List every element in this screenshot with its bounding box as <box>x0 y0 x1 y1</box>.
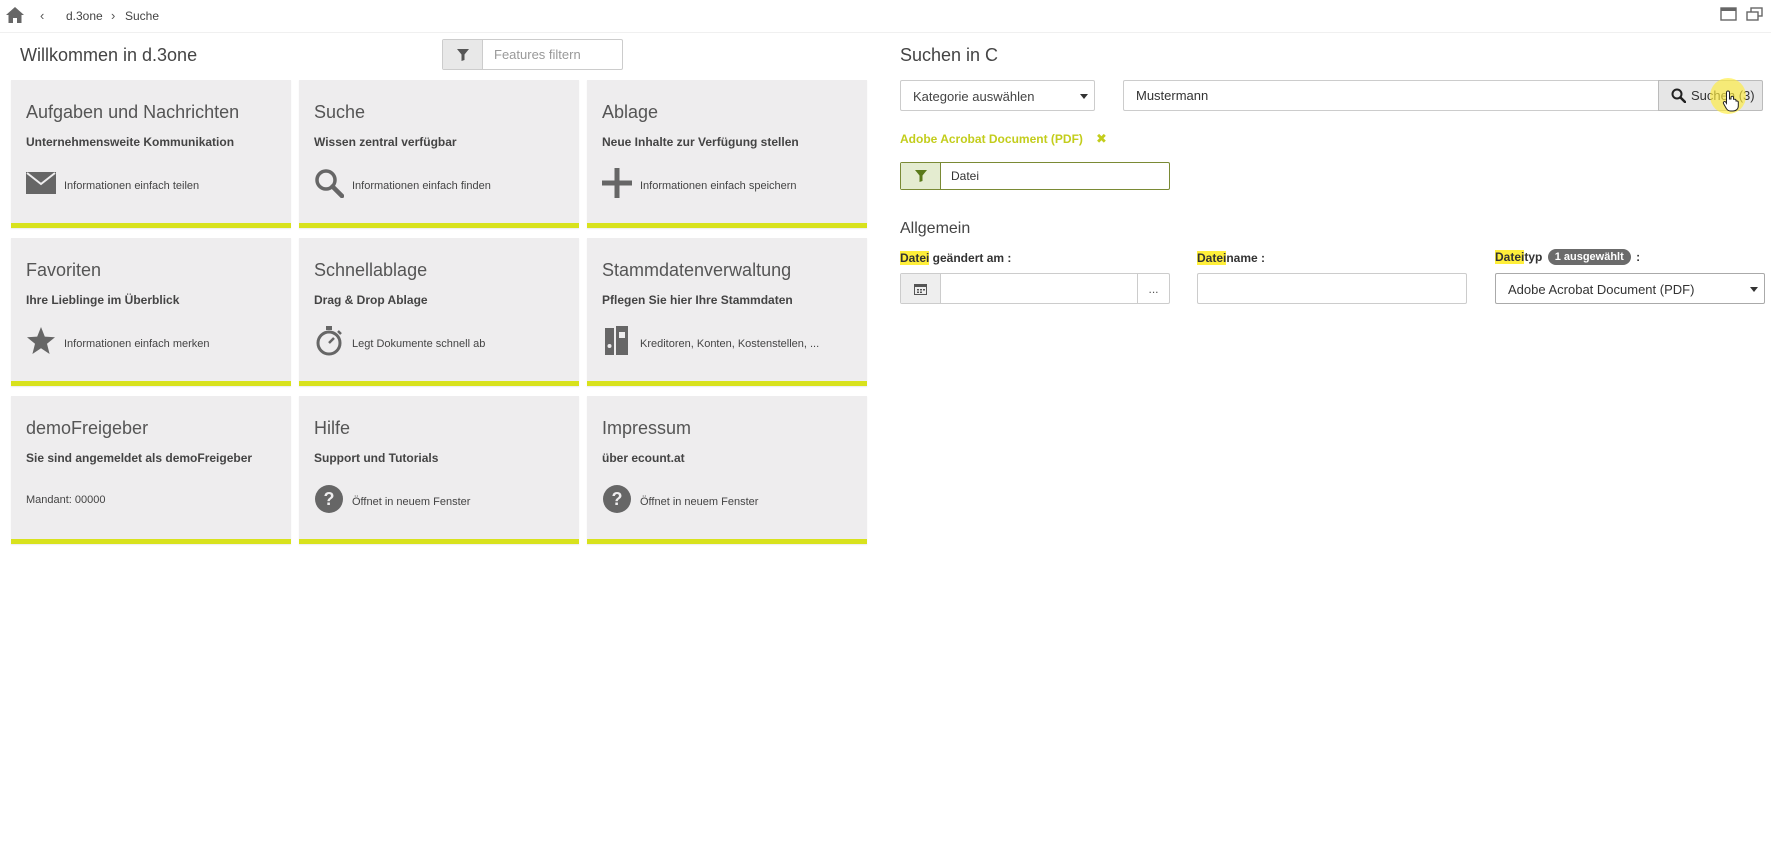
envelope-icon <box>25 167 57 199</box>
top-divider <box>0 32 1771 33</box>
section-title-allgemein: Allgemein <box>900 220 971 237</box>
tile-subtitle: Support und Tutorials <box>314 451 439 465</box>
field-filter-input[interactable] <box>941 163 1167 189</box>
tile-subtitle: Unternehmensweite Kommunikation <box>26 135 235 149</box>
label-highlight: Datei <box>1197 251 1227 265</box>
tile-description: Informationen einfach merken <box>64 338 210 350</box>
tile-subtitle: Neue Inhalte zur Verfügung stellen <box>602 135 799 149</box>
caret-down-icon <box>1080 94 1088 99</box>
tile-title: Schnellablage <box>314 260 428 280</box>
breadcrumb-item-suche[interactable]: Suche <box>125 9 159 23</box>
features-filter[interactable] <box>442 39 623 70</box>
active-doctype-tag: Adobe Acrobat Document (PDF) <box>900 132 1083 146</box>
search-title: Suchen in C <box>900 45 999 65</box>
tile-title: Favoriten <box>26 260 102 280</box>
tile-title: Suche <box>314 102 366 122</box>
filter-button[interactable] <box>443 40 483 69</box>
back-chevron-icon[interactable]: ‹ <box>40 8 44 23</box>
date-changed-field[interactable]: ... <box>900 273 1170 304</box>
question-icon: ? <box>313 483 345 515</box>
search-icon <box>1671 88 1686 103</box>
tile-aufgaben[interactable]: Aufgaben und Nachrichten Unternehmenswei… <box>11 80 291 228</box>
tile-title: Stammdatenverwaltung <box>602 260 792 280</box>
tile-ablage[interactable]: Ablage Neue Inhalte zur Verfügung stelle… <box>587 80 867 228</box>
tile-description: Kreditoren, Konten, Kostenstellen, ... <box>640 338 820 350</box>
label-text: : <box>1632 250 1641 264</box>
remove-tag-icon[interactable]: ✖ <box>1096 131 1107 147</box>
tile-schnellablage[interactable]: Schnellablage Drag & Drop Ablage Legt Do… <box>299 238 579 386</box>
selected-count-badge: 1 ausgewählt <box>1547 249 1631 265</box>
filter-icon <box>914 170 927 182</box>
label-text: name : <box>1226 251 1266 265</box>
filename-input[interactable] <box>1197 273 1467 304</box>
calendar-icon <box>914 283 927 295</box>
calendar-button[interactable] <box>901 274 941 303</box>
tile-favoriten[interactable]: Favoriten Ihre Lieblinge im Überblick In… <box>11 238 291 386</box>
tile-demofreigeber[interactable]: demoFreigeber Sie sind angemeldet als de… <box>11 396 291 544</box>
filetype-select[interactable]: Adobe Acrobat Document (PDF) <box>1495 273 1765 304</box>
date-range-more-button[interactable]: ... <box>1137 274 1169 303</box>
label-highlight: Datei <box>900 251 930 265</box>
filename-label: Dateiname : <box>1197 251 1265 265</box>
tile-description: Öffnet in neuem Fenster <box>640 496 759 508</box>
breadcrumb-separator-icon: › <box>111 8 116 23</box>
category-select-label: Kategorie auswählen <box>913 89 1035 104</box>
tile-description: Legt Dokumente schnell ab <box>352 338 486 350</box>
features-filter-input[interactable] <box>483 40 621 69</box>
stopwatch-icon <box>313 325 345 357</box>
svg-text:?: ? <box>612 489 623 509</box>
category-select[interactable]: Kategorie auswählen <box>900 80 1095 111</box>
filetype-select-value: Adobe Acrobat Document (PDF) <box>1508 282 1695 297</box>
svg-text:?: ? <box>324 489 335 509</box>
tile-hilfe[interactable]: Hilfe Support und Tutorials ? Öffnet in … <box>299 396 579 544</box>
tile-suche[interactable]: Suche Wissen zentral verfügbar Informati… <box>299 80 579 228</box>
search-input[interactable] <box>1123 80 1659 111</box>
tile-description: Mandant: 00000 <box>26 494 106 506</box>
tile-description: Informationen einfach finden <box>352 180 491 192</box>
tile-title: Hilfe <box>314 418 351 438</box>
hand-cursor-icon <box>1722 90 1739 112</box>
question-icon: ? <box>601 483 633 515</box>
search-icon <box>313 167 345 199</box>
tile-subtitle: Ihre Lieblinge im Überblick <box>26 293 180 307</box>
star-icon <box>25 325 57 357</box>
tile-impressum[interactable]: Impressum über ecount.at ? Öffnet in neu… <box>587 396 867 544</box>
home-icon[interactable] <box>5 6 25 24</box>
field-filter-button[interactable] <box>901 163 941 189</box>
field-filter[interactable] <box>900 162 1170 190</box>
label-text: geändert am : <box>929 251 1012 265</box>
tile-title: Ablage <box>602 102 659 122</box>
tile-title: demoFreigeber <box>26 418 149 438</box>
date-changed-input[interactable] <box>941 274 1137 303</box>
tile-subtitle: Drag & Drop Ablage <box>314 293 428 307</box>
label-text: typ <box>1524 250 1543 264</box>
tile-subtitle: Pflegen Sie hier Ihre Stammdaten <box>602 293 793 307</box>
tile-subtitle: über ecount.at <box>602 451 685 465</box>
label-highlight: Datei <box>1495 250 1525 264</box>
maximize-window-icon[interactable] <box>1720 7 1737 21</box>
page-title: Willkommen in d.3one <box>20 45 198 65</box>
caret-down-icon <box>1750 287 1758 292</box>
restore-window-icon[interactable] <box>1746 7 1763 21</box>
tile-description: Öffnet in neuem Fenster <box>352 496 471 508</box>
plus-icon <box>601 167 633 199</box>
date-changed-label: Datei geändert am : <box>900 251 1011 265</box>
breadcrumb-item-d3one[interactable]: d.3one <box>66 9 103 23</box>
tile-subtitle: Sie sind angemeldet als demoFreigeber <box>26 451 253 465</box>
tile-title: Aufgaben und Nachrichten <box>26 102 240 122</box>
tile-description: Informationen einfach teilen <box>64 180 200 192</box>
filetype-label: Dateityp 1 ausgewählt : <box>1495 249 1640 265</box>
binder-icon <box>601 325 633 357</box>
tile-description: Informationen einfach speichern <box>640 180 797 192</box>
top-bar: ‹ d.3one › Suche <box>0 0 1771 32</box>
tile-title: Impressum <box>602 418 692 438</box>
tile-stammdatenverwaltung[interactable]: Stammdatenverwaltung Pflegen Sie hier Ih… <box>587 238 867 386</box>
tile-subtitle: Wissen zentral verfügbar <box>314 135 457 149</box>
filter-icon <box>456 48 469 61</box>
